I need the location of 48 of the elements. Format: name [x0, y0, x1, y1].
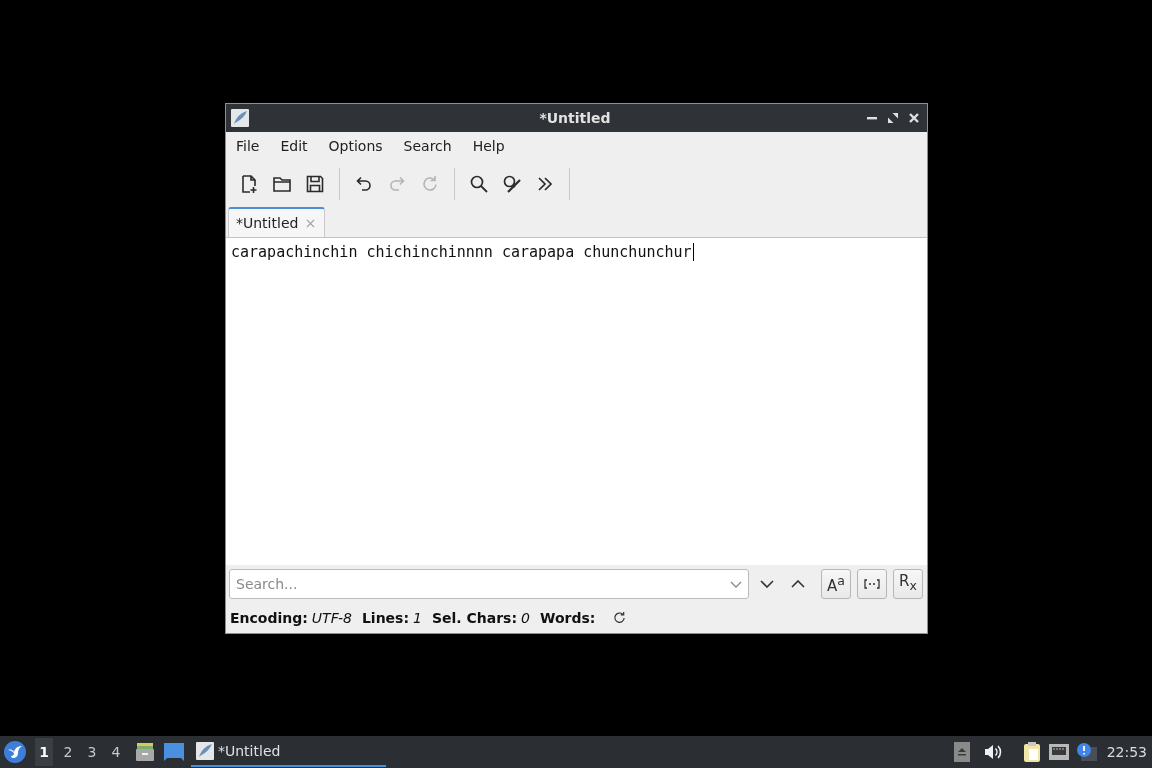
menu-item[interactable]: Help — [462, 134, 515, 159]
menu-item[interactable]: Options — [318, 134, 393, 159]
status-value: 0 — [521, 609, 530, 626]
feather-app-icon — [231, 109, 249, 127]
round-logo-icon[interactable] — [4, 741, 26, 763]
taskbar-window-button[interactable]: *Untitled — [191, 737, 386, 767]
menu-item[interactable]: Edit — [270, 134, 318, 159]
text-cursor — [692, 243, 694, 261]
workspace-button[interactable]: 2 — [59, 738, 77, 766]
status-value: UTF-8 — [311, 609, 352, 626]
feather-app-icon — [196, 742, 214, 760]
eject-icon[interactable] — [953, 742, 970, 762]
document-tab[interactable]: *Untitled — [228, 207, 326, 237]
clock[interactable]: 22:53 — [1106, 744, 1147, 760]
menu-item[interactable]: Search — [393, 134, 462, 159]
status-label: Encoding: — [230, 609, 308, 626]
text-editor[interactable]: carapachinchin chichinchinnnn carapapa chunchunchur — [226, 238, 927, 565]
status-label: Lines: — [361, 609, 410, 626]
close-icon[interactable] — [909, 113, 919, 123]
clipboard-icon[interactable] — [1022, 742, 1041, 762]
maximize-icon[interactable] — [888, 113, 898, 123]
status-label: Words: — [539, 609, 596, 626]
workspace-button[interactable]: 1 — [35, 738, 53, 766]
reload-icon — [420, 173, 440, 194]
status-label: Sel. Chars: — [431, 609, 518, 626]
refresh-icon[interactable] — [613, 611, 627, 624]
search-field[interactable]: Search... — [229, 568, 749, 599]
menu-item[interactable]: File — [226, 134, 270, 159]
speaker-icon[interactable] — [983, 744, 1002, 760]
bracket-dashes-icon — [864, 578, 880, 589]
editor-text: carapachinchin chichinchinnnn carapapa chunchunchur — [231, 243, 692, 261]
workspace-button[interactable]: 3 — [83, 738, 101, 766]
search-pencil-icon — [502, 173, 522, 194]
desktop-icon[interactable] — [164, 743, 184, 761]
dropdown-caret-icon[interactable] — [730, 580, 742, 588]
search-option-button[interactable]: A$^{a}$ — [821, 568, 851, 599]
whole-word-button[interactable] — [857, 568, 887, 599]
file-cabinet-icon[interactable] — [135, 742, 155, 762]
chevron-down-icon — [760, 579, 774, 588]
new-document-icon — [239, 173, 259, 194]
network-port-icon[interactable] — [1048, 744, 1069, 760]
workspace-button[interactable]: 4 — [107, 738, 125, 766]
status-value: 1 — [413, 609, 422, 626]
window-title: *Untitled — [539, 110, 611, 126]
chevron-up-icon — [791, 579, 805, 588]
search-icon — [469, 173, 489, 194]
notification-icon[interactable] — [1076, 743, 1097, 761]
search-option-button[interactable]: R$_{x}$ — [893, 568, 923, 599]
